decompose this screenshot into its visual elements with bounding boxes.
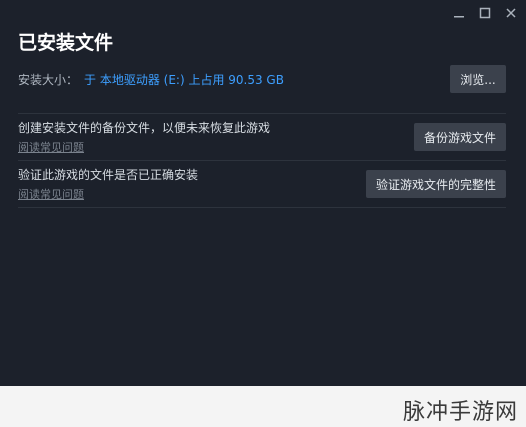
close-icon[interactable] — [504, 6, 518, 20]
page-title: 已安装文件 — [18, 32, 114, 54]
verify-row: 验证此游戏的文件是否已正确安装 阅读常见问题 验证游戏文件的完整性 — [18, 166, 506, 202]
backup-description: 创建安装文件的备份文件，以便未来恢复此游戏 — [18, 121, 271, 135]
window-controls — [452, 6, 518, 20]
install-size-info: 安装大小： 于 本地驱动器 (E:) 上占用 90.53 GB — [18, 71, 284, 88]
minimize-icon[interactable] — [452, 6, 466, 20]
verify-integrity-button[interactable]: 验证游戏文件的完整性 — [365, 170, 506, 198]
divider — [18, 113, 506, 114]
divider — [18, 160, 506, 161]
install-size-row: 安装大小： 于 本地驱动器 (E:) 上占用 90.53 GB 浏览... — [18, 64, 506, 94]
browse-button[interactable]: 浏览... — [450, 65, 506, 93]
watermark-text: 脉冲手游网 — [402, 400, 518, 425]
divider — [18, 207, 506, 208]
maximize-icon[interactable] — [478, 6, 492, 20]
backup-game-files-button[interactable]: 备份游戏文件 — [413, 123, 506, 151]
install-size-label: 安装大小： — [18, 72, 79, 87]
backup-faq-link[interactable]: 阅读常见问题 — [18, 139, 270, 155]
verify-description: 验证此游戏的文件是否已正确安装 — [18, 168, 199, 182]
install-size-value: 于 本地驱动器 (E:) 上占用 90.53 GB — [84, 72, 284, 87]
installed-files-window: 已安装文件 安装大小： 于 本地驱动器 (E:) 上占用 90.53 GB 浏览.… — [0, 0, 526, 386]
backup-row: 创建安装文件的备份文件，以便未来恢复此游戏 阅读常见问题 备份游戏文件 — [18, 118, 506, 156]
verify-faq-link[interactable]: 阅读常见问题 — [18, 186, 198, 202]
